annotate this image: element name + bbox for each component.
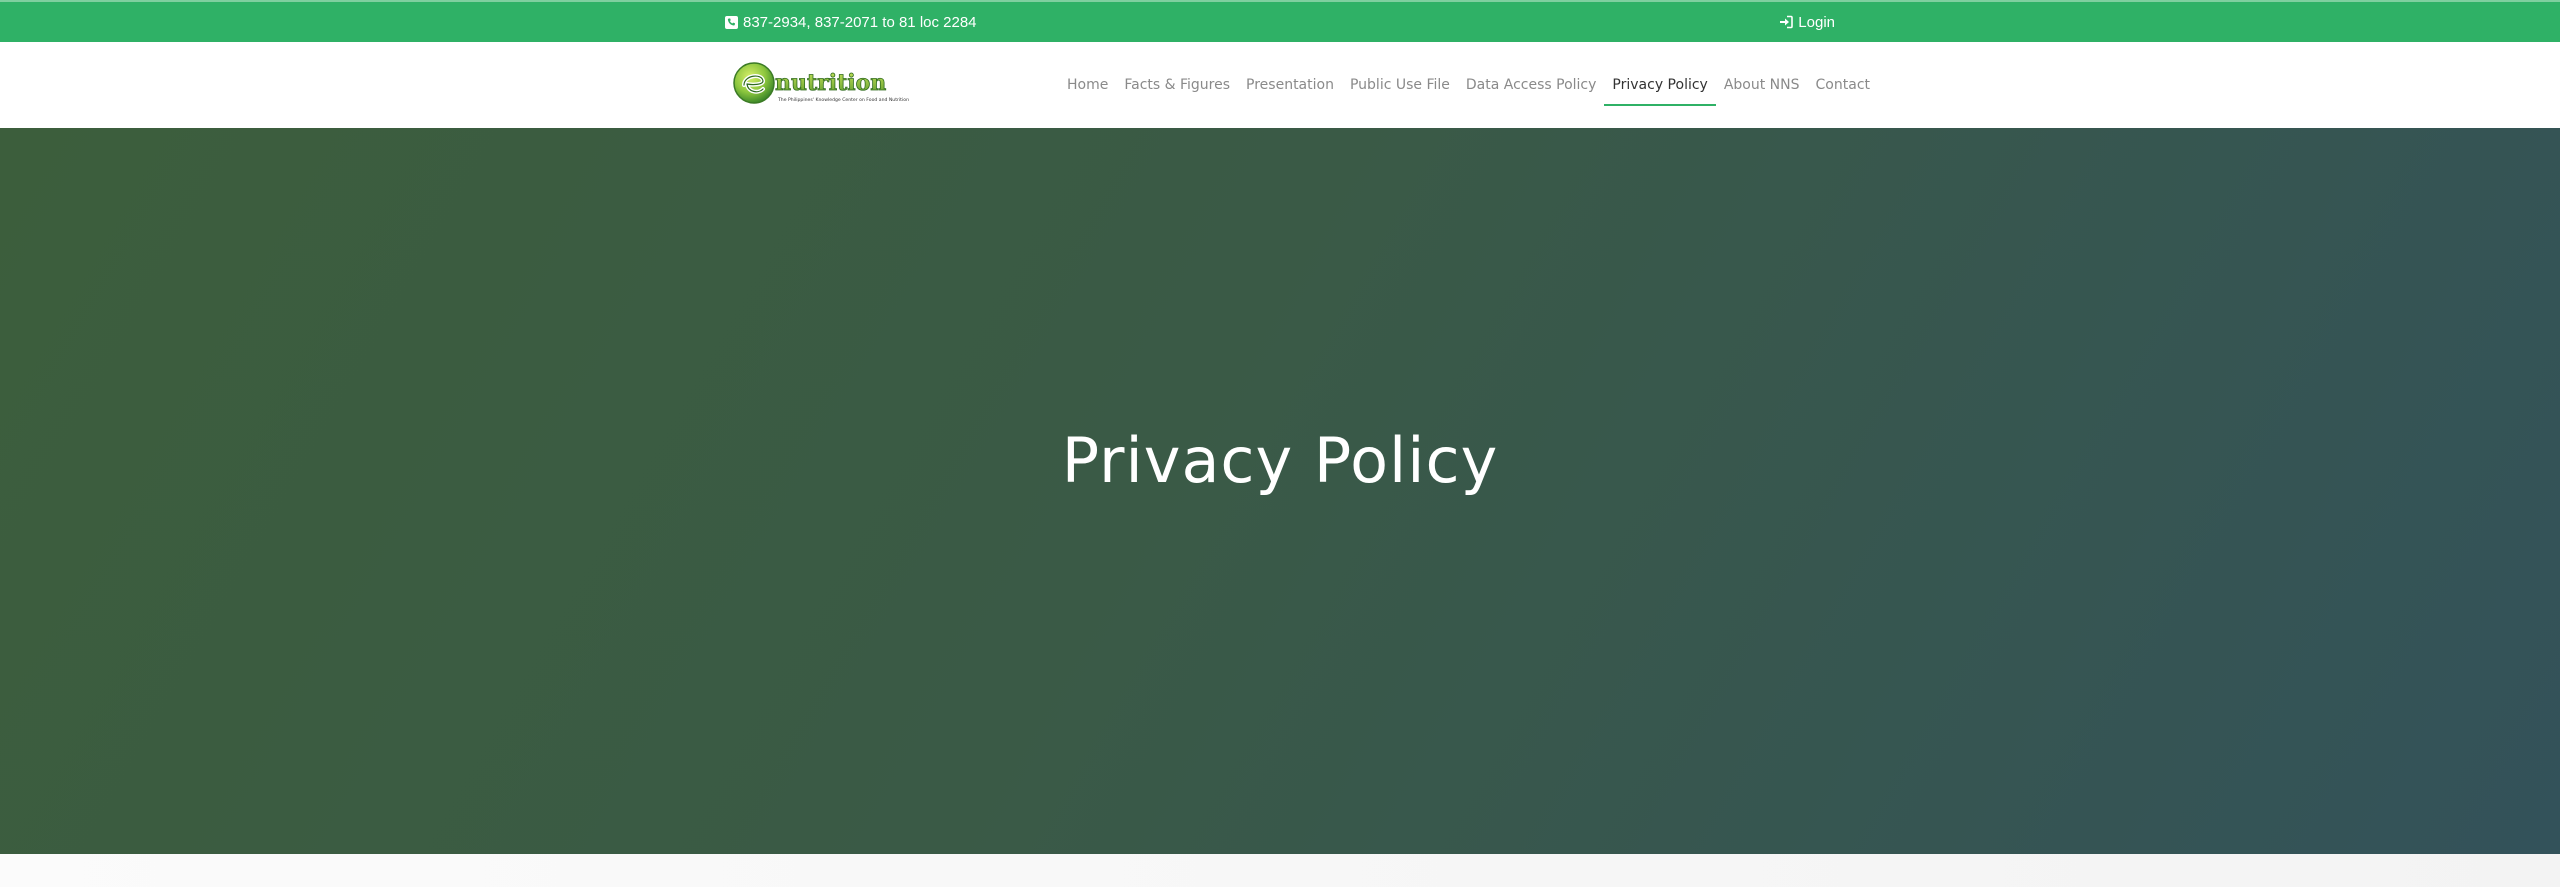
phone-square-icon xyxy=(725,15,738,29)
top-contact-bar: 837-2934, 837-2071 to 81 loc 2284 Login xyxy=(0,0,2560,42)
nav-item-public-use-file[interactable]: Public Use File xyxy=(1342,42,1458,128)
nav-item-data-access-policy[interactable]: Data Access Policy xyxy=(1458,42,1605,128)
login-link[interactable]: Login xyxy=(1779,14,1835,31)
nav-item-facts-figures[interactable]: Facts & Figures xyxy=(1116,42,1238,128)
nav-item-home[interactable]: Home xyxy=(1059,42,1116,128)
primary-navigation: Home Facts & Figures Presentation Public… xyxy=(1059,42,1878,128)
top-contact-bar-inner: 837-2934, 837-2071 to 81 loc 2284 Login xyxy=(725,2,1835,42)
nav-item-about-nns[interactable]: About NNS xyxy=(1716,42,1808,128)
nav-item-presentation[interactable]: Presentation xyxy=(1238,42,1342,128)
phone-contact: 837-2934, 837-2071 to 81 loc 2284 xyxy=(725,14,977,31)
sign-in-icon xyxy=(1780,15,1794,29)
phone-numbers: 837-2934, 837-2071 to 81 loc 2284 xyxy=(743,13,977,31)
login-label: Login xyxy=(1798,13,1835,31)
site-logo[interactable]: nutrition The Philippines' Knowledge Cen… xyxy=(732,62,920,108)
content-area-start xyxy=(0,854,2560,887)
logo-tagline: The Philippines' Knowledge Center on Foo… xyxy=(777,97,909,103)
hero-banner: Privacy Policy xyxy=(0,128,2560,854)
nav-item-privacy-policy[interactable]: Privacy Policy xyxy=(1604,42,1717,128)
logo-wordmark: nutrition xyxy=(775,70,886,96)
page-title: Privacy Policy xyxy=(1061,423,1499,497)
main-navbar: nutrition The Philippines' Knowledge Cen… xyxy=(0,42,2560,128)
nav-item-contact[interactable]: Contact xyxy=(1808,42,1878,128)
